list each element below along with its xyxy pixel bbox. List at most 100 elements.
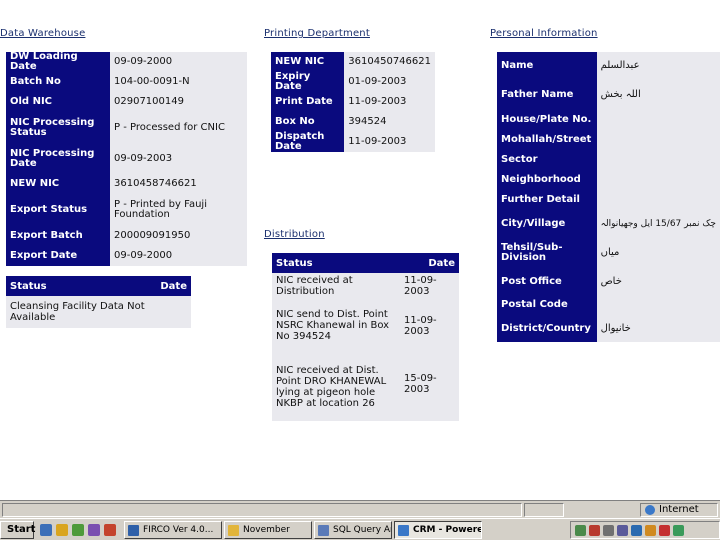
field-label: Expiry Date bbox=[271, 72, 345, 92]
task-firco[interactable]: FIRCO Ver 4.0... bbox=[124, 521, 222, 539]
media-icon[interactable] bbox=[88, 524, 100, 536]
task-label: FIRCO Ver 4.0... bbox=[143, 525, 214, 535]
internet-zone-icon bbox=[645, 505, 655, 515]
field-value bbox=[596, 170, 720, 190]
printing-department-table: NEW NIC 3610450746621 Expiry Date 01-09-20… bbox=[271, 52, 435, 152]
printer-icon[interactable] bbox=[617, 525, 628, 536]
table-header-row: Status Date bbox=[272, 253, 459, 273]
field-label: Export Date bbox=[6, 246, 110, 266]
distribution-date: 11-09-2003 bbox=[400, 273, 459, 307]
field-value: عبدالسلم bbox=[596, 52, 720, 80]
table-row: District/Country خانیوال bbox=[497, 315, 720, 342]
outlook-icon[interactable] bbox=[56, 524, 68, 536]
field-value: 3610450746621 bbox=[344, 52, 435, 72]
field-value: خاص bbox=[596, 268, 720, 295]
field-label: Dispatch Date bbox=[271, 132, 345, 152]
task-crm[interactable]: CRM - Powere... bbox=[394, 521, 482, 539]
field-label: Name bbox=[497, 52, 597, 80]
table-row: NIC received at Distribution 11-09-2003 bbox=[272, 273, 459, 307]
distribution-table: Status Date NIC received at Distribution… bbox=[272, 253, 459, 421]
column-header-status: Status bbox=[272, 253, 400, 273]
field-label: Batch No bbox=[6, 72, 110, 92]
field-label: Sector bbox=[497, 150, 597, 170]
table-row: NEW NIC 3610458746621 bbox=[6, 174, 247, 194]
distribution-date: 11-09-2003 bbox=[400, 307, 459, 363]
field-value: میاں bbox=[596, 238, 720, 268]
keyboard-icon[interactable] bbox=[631, 525, 642, 536]
field-value: 09-09-2000 bbox=[110, 246, 247, 266]
table-row: NIC received at Dist. Point DRO KHANEWAL… bbox=[272, 363, 459, 421]
system-tray bbox=[570, 521, 720, 539]
messenger-icon[interactable] bbox=[673, 525, 684, 536]
table-row: Cleansing Facility Data Not Available bbox=[6, 296, 191, 328]
table-row: House/Plate No. bbox=[497, 110, 720, 130]
distribution-date: 15-09-2003 bbox=[400, 363, 459, 421]
table-row: City/Village چک نمبر 15/67 ایل وجھیانوالہ bbox=[497, 210, 720, 238]
table-row: Tehsil/Sub-Division میاں bbox=[497, 238, 720, 268]
folder-icon bbox=[228, 525, 239, 536]
field-value bbox=[596, 295, 720, 315]
field-value bbox=[596, 150, 720, 170]
mail-icon[interactable] bbox=[104, 524, 116, 536]
field-label: City/Village bbox=[497, 210, 597, 238]
volume-icon[interactable] bbox=[603, 525, 614, 536]
field-value: P - Processed for CNIC bbox=[110, 112, 247, 143]
status-message bbox=[2, 503, 522, 517]
field-label: NEW NIC bbox=[6, 174, 110, 194]
distribution-status: NIC send to Dist. Point NSRC Khanewal in… bbox=[272, 307, 400, 363]
browser-icon bbox=[398, 525, 409, 536]
network-icon[interactable] bbox=[575, 525, 586, 536]
desktop-icon[interactable] bbox=[40, 524, 52, 536]
table-row: Export Date 09-09-2000 bbox=[6, 246, 247, 266]
field-label: NIC Processing Date bbox=[6, 143, 110, 174]
column-header-date: Date bbox=[400, 253, 459, 273]
field-label: Further Detail bbox=[497, 190, 597, 210]
field-label: Postal Code bbox=[497, 295, 597, 315]
table-row: Father Name اللہ بخش bbox=[497, 80, 720, 110]
field-label: House/Plate No. bbox=[497, 110, 597, 130]
table-row: Export Batch 200009091950 bbox=[6, 226, 247, 246]
personal-information-table: Name عبدالسلم Father Name اللہ بخش House/P… bbox=[497, 52, 720, 342]
task-label: November bbox=[243, 525, 290, 535]
field-value: P - Printed by Fauji Foundation bbox=[110, 194, 247, 226]
table-row: Mohallah/Street bbox=[497, 130, 720, 150]
antivirus-icon[interactable] bbox=[659, 525, 670, 536]
table-header-row: Status Date bbox=[6, 276, 191, 296]
field-label: NIC Processing Status bbox=[6, 112, 110, 143]
no-data-message: Cleansing Facility Data Not Available bbox=[6, 296, 191, 328]
start-button[interactable]: Start bbox=[0, 521, 35, 539]
update-icon[interactable] bbox=[645, 525, 656, 536]
table-row: Postal Code bbox=[497, 295, 720, 315]
task-november[interactable]: November bbox=[224, 521, 312, 539]
field-value: 104-00-0091-N bbox=[110, 72, 247, 92]
task-label: CRM - Powere... bbox=[413, 525, 481, 535]
cleansing-table: Status Date Cleansing Facility Data Not … bbox=[6, 276, 191, 328]
field-label: DW Loading Date bbox=[6, 52, 110, 72]
field-value: 01-09-2003 bbox=[344, 72, 435, 92]
field-label: NEW NIC bbox=[271, 52, 345, 72]
table-row: Export Status P - Printed by Fauji Founda… bbox=[6, 194, 247, 226]
personal-information-title: Personal Information bbox=[490, 28, 598, 39]
table-row: Name عبدالسلم bbox=[497, 52, 720, 80]
table-row: Post Office خاص bbox=[497, 268, 720, 295]
explorer-icon[interactable] bbox=[72, 524, 84, 536]
field-value bbox=[596, 130, 720, 150]
status-zone-cell: Internet bbox=[640, 503, 718, 517]
table-row: Expiry Date 01-09-2003 bbox=[271, 72, 435, 92]
sql-icon bbox=[318, 525, 329, 536]
field-label: Mohallah/Street bbox=[497, 130, 597, 150]
shield-icon[interactable] bbox=[589, 525, 600, 536]
table-row: DW Loading Date 09-09-2000 bbox=[6, 52, 247, 72]
task-sql-query[interactable]: SQL Query Anal... bbox=[314, 521, 392, 539]
browser-status-bar: Internet bbox=[0, 500, 720, 518]
internet-zone-label: Internet bbox=[659, 504, 699, 515]
field-value: 200009091950 bbox=[110, 226, 247, 246]
field-value: اللہ بخش bbox=[596, 80, 720, 110]
field-value bbox=[596, 190, 720, 210]
field-value: 09-09-2003 bbox=[110, 143, 247, 174]
field-label: Tehsil/Sub-Division bbox=[497, 238, 597, 268]
app-icon bbox=[128, 525, 139, 536]
field-value: 02907100149 bbox=[110, 92, 247, 112]
field-label: District/Country bbox=[497, 315, 597, 342]
field-value: 09-09-2000 bbox=[110, 52, 247, 72]
